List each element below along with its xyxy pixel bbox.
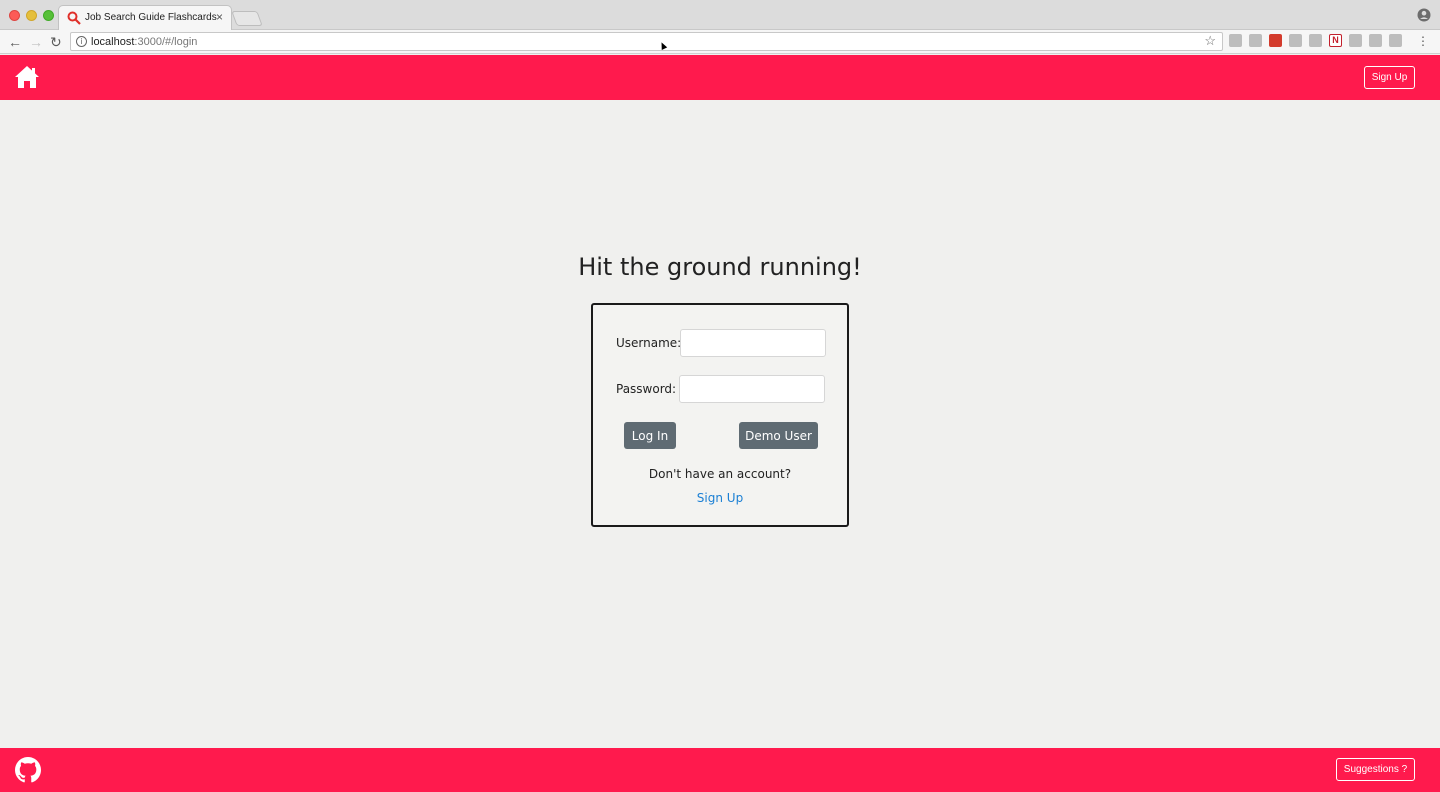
reload-icon[interactable]: ↻ [50,33,62,51]
suggestions-button[interactable]: Suggestions ? [1336,758,1415,781]
minimize-window-button[interactable] [26,10,37,21]
header-signup-button[interactable]: Sign Up [1364,66,1415,89]
url-path: :3000/#/login [134,36,198,48]
extension-icon[interactable] [1369,34,1382,47]
page-title: Hit the ground running! [578,253,862,281]
url-text[interactable]: localhost:3000/#/login [91,36,197,48]
close-window-button[interactable] [9,10,20,21]
back-arrow-icon[interactable]: ← [8,33,22,51]
signup-link[interactable]: Sign Up [593,491,847,505]
app-footer: Suggestions ? [0,748,1440,792]
info-icon[interactable]: i [76,36,87,47]
browser-tab[interactable]: Job Search Guide Flashcards × [58,5,232,31]
new-tab-button[interactable] [231,11,263,26]
url-host: localhost [91,36,135,48]
menu-icon[interactable]: ⋮ [1417,34,1429,48]
extension-icon[interactable] [1249,34,1262,47]
search-favicon-icon [67,11,81,25]
bookmark-star-icon[interactable]: ☆ [1204,33,1216,49]
login-form: Username: Password: Log In Demo User Don… [591,303,849,527]
browser-tab-strip: Job Search Guide Flashcards × [0,0,1440,31]
demo-user-button[interactable]: Demo User [739,422,818,449]
extension-icon[interactable] [1309,34,1322,47]
tab-close-icon[interactable]: × [216,10,223,24]
address-bar[interactable]: i localhost:3000/#/login ☆ [70,32,1223,51]
browser-toolbar: ← → ↻ i localhost:3000/#/login ☆ N ⋮ [0,30,1440,54]
profile-icon[interactable] [1417,8,1431,22]
password-input[interactable] [679,375,825,403]
extension-icons: N [1229,34,1402,47]
extension-icon[interactable] [1349,34,1362,47]
app-header: Sign Up [0,55,1440,100]
home-icon[interactable] [14,65,40,89]
extension-n-icon[interactable]: N [1329,34,1342,47]
login-button[interactable]: Log In [624,422,676,449]
extension-icon[interactable] [1229,34,1242,47]
forward-arrow-icon[interactable]: → [29,33,43,51]
username-input[interactable] [680,329,826,357]
password-label: Password: [616,382,677,396]
github-icon[interactable] [15,757,41,783]
extension-icon[interactable] [1289,34,1302,47]
no-account-text: Don't have an account? [648,467,792,481]
tab-title: Job Search Guide Flashcards [85,12,217,23]
extension-icon[interactable] [1389,34,1402,47]
extension-icon[interactable] [1269,34,1282,47]
username-label: Username: [616,336,682,350]
maximize-window-button[interactable] [43,10,54,21]
